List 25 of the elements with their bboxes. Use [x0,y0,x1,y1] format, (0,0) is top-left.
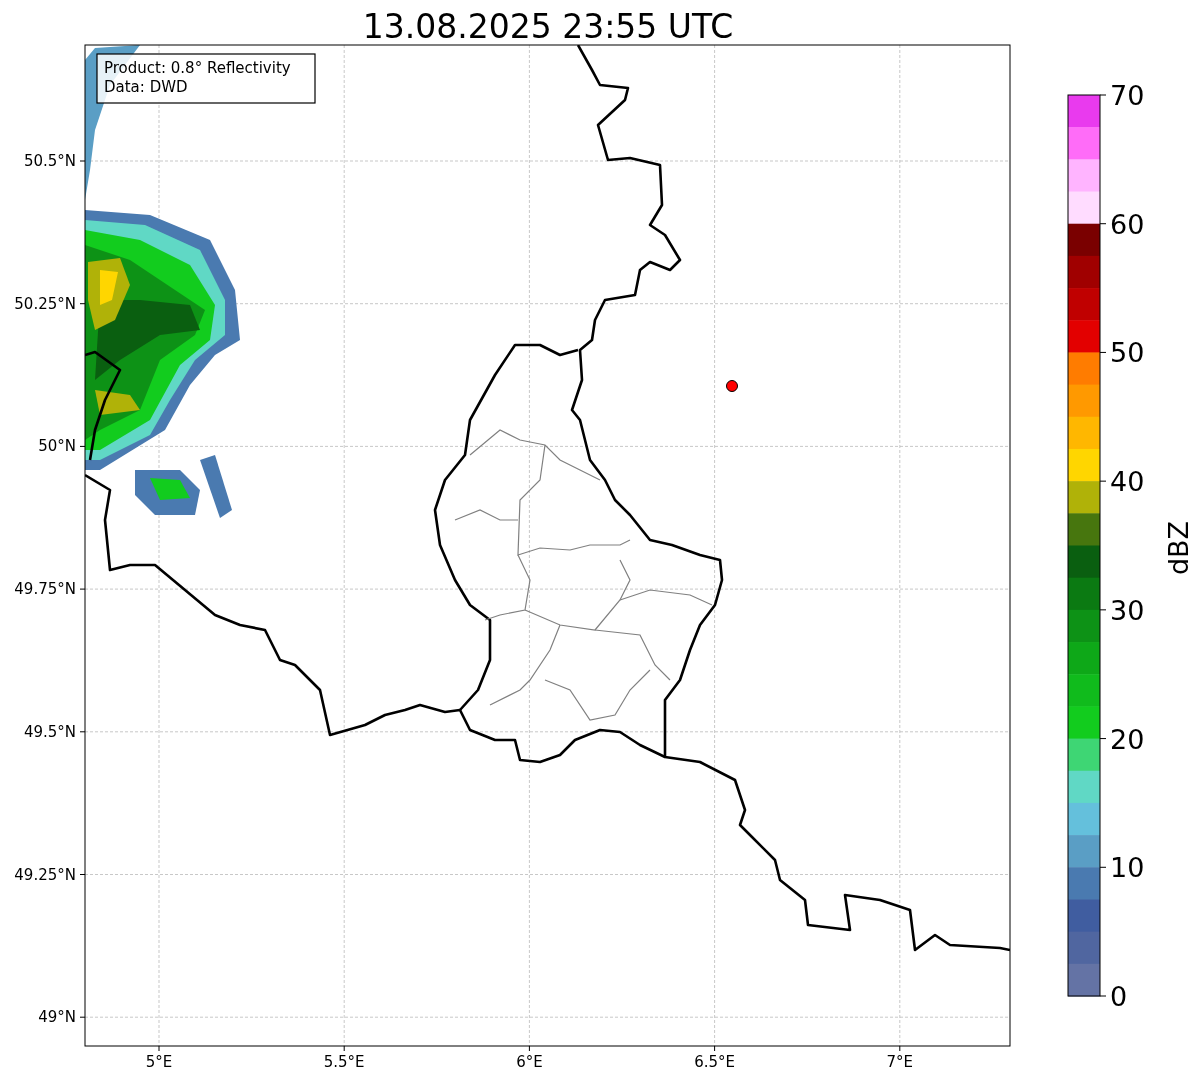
colorbar-tick-label: 30 [1110,594,1145,626]
longitude-label: 7°E [886,1053,914,1071]
latitude-label: 49.75°N [14,580,76,599]
info-text: Product: 0.8° Reflectivity [104,59,291,77]
latitude-label: 50°N [38,437,76,456]
longitude-label: 5°E [145,1053,173,1071]
longitude-label: 6.5°E [694,1053,735,1071]
colorbar-tick-label: 70 [1110,80,1145,111]
colorbar-tick-label: 40 [1110,466,1145,498]
colorbar-tick-label: 10 [1110,852,1145,884]
colorbar-tick-label: 50 [1110,337,1145,369]
latitude-label: 49°N [38,1008,76,1027]
colorbar-tick-label: 20 [1110,723,1145,755]
latitude-label: 50.5°N [23,152,76,170]
colorbar-tick-label: 0 [1110,981,1128,1012]
latitude-label: 50.25°N [14,294,76,313]
colorbar-tick-label: 60 [1110,208,1145,240]
latitude-label: 49.5°N [23,722,76,741]
longitude-label: 5.5°E [323,1053,365,1071]
colorbar-label: dBZ [1163,520,1194,576]
longitude-label: 6°E [516,1053,543,1071]
chart-title: 13.08.2025 23:55 UTC [362,7,734,46]
info-text: Data: DWD [104,78,188,96]
radar-site-marker [726,380,738,392]
latitude-label: 49.25°N [14,865,76,884]
